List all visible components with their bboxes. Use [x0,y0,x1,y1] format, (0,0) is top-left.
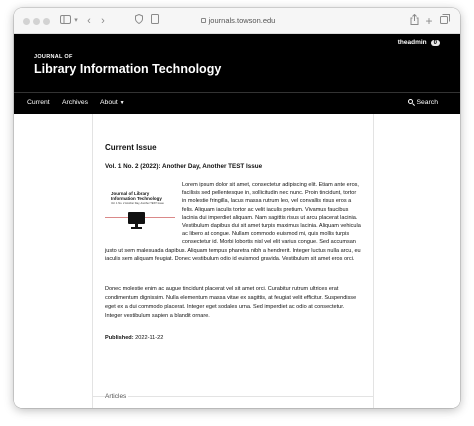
published-label: Published: [105,335,134,341]
published-value: 2022-11-22 [135,335,164,341]
lock-icon [200,18,206,23]
right-divider [373,114,374,408]
notification-badge: 0 [430,40,440,46]
sidebar-icon[interactable] [59,14,71,28]
forward-icon[interactable]: › [98,14,108,28]
tab-overview-icon[interactable] [439,14,451,28]
minimize-window-button[interactable] [33,18,40,25]
nav-current[interactable]: Current [27,99,50,106]
back-icon[interactable]: ‹ [84,14,94,28]
zoom-window-button[interactable] [43,18,50,25]
close-window-button[interactable] [23,18,30,25]
user-menu[interactable]: theadmin 0 [398,39,440,46]
browser-window: ▾ ‹ › journals.towson.edu + theadmin 0 JO… [14,8,460,408]
published-date: Published: 2022-11-22 [105,335,163,341]
cover-subtitle: Vol. 1 No. 2 Another Day, Another TEST I… [111,202,164,205]
main-content: Current Issue Vol. 1 No. 2 (2022): Anoth… [14,114,460,408]
page-icon[interactable] [150,14,160,28]
chevron-down-icon: ▼ [119,100,125,106]
username: theadmin [397,39,427,46]
nav-about-label: About [100,99,118,106]
articles-heading: Articles [105,393,129,400]
address-bar[interactable]: journals.towson.edu [182,14,294,28]
search-label: Search [416,99,438,106]
issue-cover-image[interactable]: Journal of Library Information Technolog… [105,191,175,235]
nav-archives[interactable]: Archives [62,99,88,106]
new-tab-icon[interactable]: + [424,14,434,28]
cover-title-line2: Information Technology [111,196,162,201]
monitor-icon [128,212,145,224]
shield-icon[interactable] [134,13,144,28]
journal-prefix: JOURNAL OF [34,54,73,60]
monitor-base [131,227,142,229]
left-divider [92,114,93,408]
search-link[interactable]: Search [408,99,438,106]
description-paragraph-2: Donec molestie enim ac augue tincidunt p… [105,286,357,319]
main-nav: Current Archives About ▼ Search [14,92,460,114]
issue-title[interactable]: Vol. 1 No. 2 (2022): Another Day, Anothe… [105,163,262,170]
chevron-down-icon[interactable]: ▾ [72,14,80,28]
nav-about[interactable]: About ▼ [100,99,125,106]
browser-toolbar: ▾ ‹ › journals.towson.edu + [14,8,460,34]
url-text: journals.towson.edu [208,16,276,25]
journal-title[interactable]: Library Information Technology [34,62,221,76]
page-title: Current Issue [105,143,157,152]
section-divider [92,396,373,397]
search-icon [408,99,414,104]
share-icon[interactable] [409,13,419,28]
site-header: theadmin 0 JOURNAL OF Library Information… [14,34,460,92]
